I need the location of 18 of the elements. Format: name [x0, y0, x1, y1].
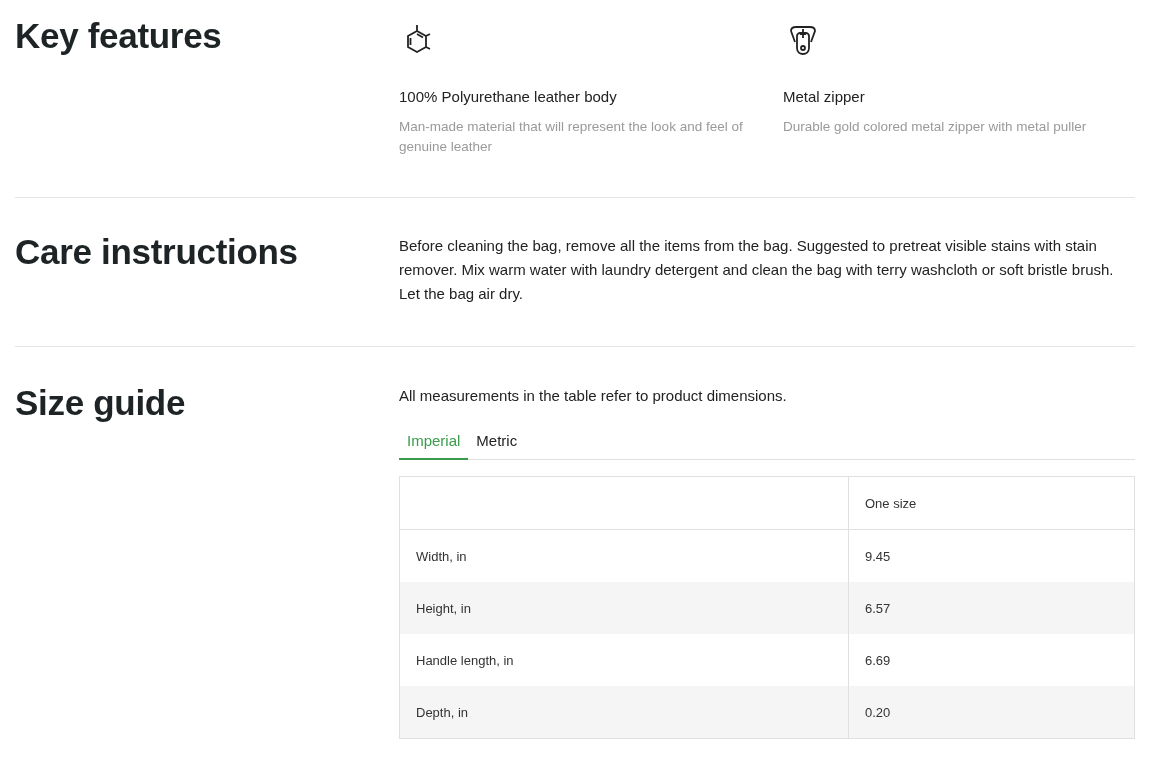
column-header: One size: [848, 476, 1135, 530]
feature-description: Durable gold colored metal zipper with metal puller: [783, 118, 1088, 136]
table-cell: Height, in: [399, 582, 849, 634]
size-note: All measurements in the table refer to product dimensions.: [399, 387, 788, 404]
unit-tab[interactable]: Imperial: [399, 426, 469, 460]
unit-tab[interactable]: Metric: [468, 426, 526, 460]
section-heading: Key features: [15, 16, 223, 57]
section-heading: Care instructions: [15, 232, 299, 273]
care-text: Before cleaning the bag, remove all the items from the bag. Suggested to pretreat visible stains with stain remover. Mix warm water with laundry detergent and clean the bag with terry washcloth or soft bristle brush. Let the bag air dry.: [399, 236, 1115, 304]
table-cell: 0.20: [848, 686, 1135, 739]
table-cell: Handle length, in: [399, 634, 849, 686]
table-cell: 6.57: [848, 582, 1135, 634]
table-cell: Depth, in: [399, 686, 849, 739]
feature-description: Man-made material that will represent the look and feel of genuine leather: [399, 118, 744, 156]
table-cell: Width, in: [399, 529, 849, 582]
feature-title: 100% Polyurethane leather body: [399, 88, 618, 105]
feature-title: Metal zipper: [783, 88, 866, 105]
section-heading: Size guide: [15, 383, 187, 424]
